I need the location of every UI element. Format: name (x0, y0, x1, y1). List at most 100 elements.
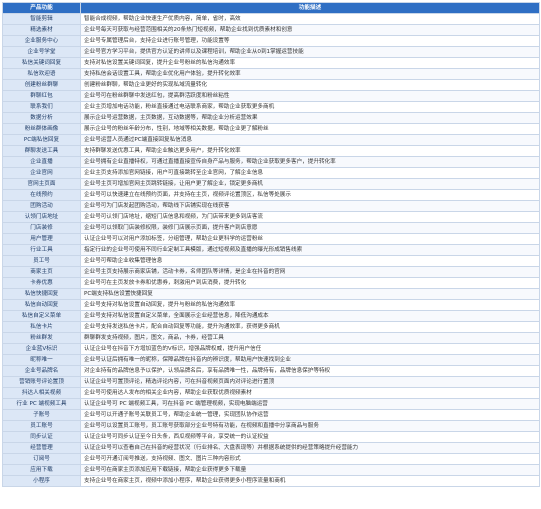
feature-name-cell: 商家主页 (2, 266, 81, 278)
feature-description-cell: 企业号支持对私信设置自定义菜单，全面展示企业经营信息，降低沟通成本 (80, 310, 540, 322)
feature-name-cell: 企业号学堂 (2, 46, 81, 58)
feature-name-cell: 团购活动 (2, 200, 81, 212)
table-row: 营销账号评论置顶 认证企业号可置顶评论，精选评论内容，可在抖音视频页面内对评论进行… (2, 376, 540, 388)
table-row: 员工号 企业号可帮助企业收集管理信息 (2, 255, 540, 267)
feature-name-cell: 联系我们 (2, 101, 81, 113)
feature-name-cell: 私信自定义菜单 (2, 310, 81, 322)
feature-description-cell: 企业号可为门店发起团购活动，帮助线下店铺实现在线获客 (80, 200, 540, 212)
table-row: 行业 PC 端视频工具 认证企业号可 PC 端视频工具，可在抖音 PC 端管理视频… (2, 398, 540, 410)
feature-name-cell: 企业官网 (2, 167, 81, 179)
feature-description-cell: 认证企业号可 PC 端视频工具，可在抖音 PC 端管理视频，实现电脑端运营 (80, 398, 540, 410)
feature-name-cell: 员工账号 (2, 420, 81, 432)
feature-description-cell: 认证企业号在抖音下方增加蓝色的V标识，增强品牌权威，提升用户信任 (80, 343, 540, 355)
feature-description-cell: 企业号可在主页发放卡券和优惠券，刺激用户到店消费，提升转化 (80, 277, 540, 289)
feature-name-cell: 群聊发送工具 (2, 145, 81, 157)
table-row: 私信自定义菜单 企业号支持对私信设置自定义菜单，全面展示企业经营信息，降低沟通成本 (2, 310, 540, 322)
table-row: 私信关键词回复 支持对私信设置关键词回复，提升企业号粉丝的私信沟通效率 (2, 57, 540, 69)
feature-name-cell: 门店装修 (2, 222, 81, 234)
feature-description-cell: 展示企业号运营数据，主页数据，互动数据等，帮助企业分析运营效果 (80, 112, 540, 124)
table-row: 企业直播 企业号拥有企业直播特权，可通过直播直接宣传自身产品与服务，帮助企业获取更… (2, 156, 540, 168)
feature-name-cell: 行业 PC 端视频工具 (2, 398, 81, 410)
feature-description-cell: 企业号运营人员通过PC端直接回复私信消息 (80, 134, 540, 146)
feature-name-cell: 小程序 (2, 475, 81, 487)
table-row: 子账号 企业号可以开通子账号关联员工号，帮助企业统一管理，实现团队协作运营 (2, 409, 540, 421)
feature-name-cell: 昵称唯一 (2, 354, 81, 366)
feature-name-cell: 群聊红包 (2, 90, 81, 102)
feature-name-cell: 用户管理 (2, 233, 81, 245)
table-row: 商家主页 企业号主页支持展示商家店铺，活动卡券，名师团队等详情，是企业在抖音的官网 (2, 266, 540, 278)
table-row: 经营管理 认证企业号可以查看自己在抖音的经营状况（行业排名、大盘表现等）并根据系统… (2, 442, 540, 454)
feature-description-cell: 企业号可以领取门店装修权限，装修门店展示页面，提升客户到店意愿 (80, 222, 540, 234)
table-row: 粉丝群发 群聊群发支持视频，图片，图文，商品，卡券，经营工具 (2, 332, 540, 344)
feature-description-cell: 认证企业号可以查看自己在抖音的经营状况（行业排名、大盘表现等）并根据系统提供的经… (80, 442, 540, 454)
table-row: 智能剪辑 智能合成视频，帮助企业快速生产优质内容，简单，省时，高效 (2, 13, 540, 25)
feature-name-cell: 官网主页面 (2, 178, 81, 190)
feature-name-cell: 同步认证 (2, 431, 81, 443)
feature-name-cell: 认领门店地址 (2, 211, 81, 223)
feature-description-cell: 企业号可在商家主页添加应用下载链接，帮助企业获得更多下载量 (80, 464, 540, 476)
feature-description-cell: 企业主页支持添加官网链接，用户可直接跳转至企业官网，了解企业信息 (80, 167, 540, 179)
table-row: 数据分析 展示企业号运营数据，主页数据，互动数据等，帮助企业分析运营效果 (2, 112, 540, 124)
feature-description-cell: 企业号支持对私信设置自动回复，提升与粉丝的私信沟通效率 (80, 299, 540, 311)
feature-description-cell: 企业号拥有企业直播特权，可通过直播直接宣传自身产品与服务，帮助企业获取更多客户，… (80, 156, 540, 168)
feature-description-cell: 企业号主页支持展示商家店铺，活动卡券，名师团队等详情，是企业在抖音的官网 (80, 266, 540, 278)
feature-name-cell: 企业直播 (2, 156, 81, 168)
feature-name-cell: 数据分析 (2, 112, 81, 124)
table-header-row: 产品功能 功能描述 (2, 2, 540, 14)
feature-description-cell: 展示企业号的粉丝年龄分布，性别，地域等相关数据，帮助企业更了解粉丝 (80, 123, 540, 135)
feature-description-cell: 对企业持有的品牌信息予以保护，认领品牌名后，享有品牌唯一性，品牌持有，品牌信息保… (80, 365, 540, 377)
feature-description-cell: 企业号专属管理后台，支持企业进行账号管理，功能设置等 (80, 35, 540, 47)
feature-name-cell: 私信关键词回复 (2, 57, 81, 69)
table-body: 智能剪辑 智能合成视频，帮助企业快速生产优质内容，简单，省时，高效 精选素材 企业号每… (2, 13, 540, 487)
table-row: 认领门店地址 企业号可认领门店地址，缩短门店信息和视频，为门店带来更多到店客流 (2, 211, 540, 223)
table-row: 企业官网 企业主页支持添加官网链接，用户可直接跳转至企业官网，了解企业信息 (2, 167, 540, 179)
feature-description-cell: 企业号官方学习平台，提供官方认证的讲师以及课程培训，帮助企业从0到1掌握运营技能 (80, 46, 540, 58)
feature-name-cell: 在线预约 (2, 189, 81, 201)
feature-name-cell: 卡券优惠 (2, 277, 81, 289)
feature-name-cell: 营销账号评论置顶 (2, 376, 81, 388)
table-row: 企业服务中心 企业号专属管理后台，支持企业进行账号管理，功能设置等 (2, 35, 540, 47)
feature-description-cell: 支持私信会话设置工具，帮助企业优化用户体验，提升转化效率 (80, 68, 540, 80)
feature-description-cell: 认证企业号可同步认证至今日头条，西瓜视频等平台，享受统一的认证权益 (80, 431, 540, 443)
table-row: 用户管理 认证企业号可以对用户添加标签，分组管理，帮助企业更科学的运营粉丝 (2, 233, 540, 245)
table-row: 员工账号 企业号可以设置员工账号，员工账号获取部分企业号特有功能，在视频和直播中分… (2, 420, 540, 432)
table-row: 私信欢迎语 支持私信会话设置工具，帮助企业优化用户体验，提升转化效率 (2, 68, 540, 80)
table-row: 粉丝群体画像 展示企业号的粉丝年龄分布，性别，地域等相关数据，帮助企业更了解粉丝 (2, 123, 540, 135)
table-row: 企业号学堂 企业号官方学习平台，提供官方认证的讲师以及课程培训，帮助企业从0到1掌… (2, 46, 540, 58)
table-row: 企业号品牌名 对企业持有的品牌信息予以保护，认领品牌名后，享有品牌唯一性，品牌持有… (2, 365, 540, 377)
table-row: 订阅号 企业号可开通订阅号推送，支持视频、图文、图片三种内容形式 (2, 453, 540, 465)
table-row: 私信快捷回复 PC端支持私信设置快捷回复 (2, 288, 540, 300)
feature-description-cell: 认证企业号可以对用户添加标签，分组管理，帮助企业更科学的运营粉丝 (80, 233, 540, 245)
table-row: 群聊红包 企业号可在粉丝群聊中发送红包，提高群活跃度和粉丝粘性 (2, 90, 540, 102)
feature-name-cell: 企业号品牌名 (2, 365, 81, 377)
feature-description-cell: 企业号可以开通子账号关联员工号，帮助企业统一管理，实现团队协作运营 (80, 409, 540, 421)
feature-name-cell: 抖达人相关视频 (2, 387, 81, 399)
table-row: 行业工具 指定行业的企业号可使用不同行业定制工具模版，通过短视频及直播的曝光形成销… (2, 244, 540, 256)
feature-name-cell: 粉丝群发 (2, 332, 81, 344)
feature-description-cell: 企业号每天可获取与经营范围相关的20条热门短视频，帮助企业找到优质素材和创意 (80, 24, 540, 36)
feature-name-cell: 私信快捷回复 (2, 288, 81, 300)
feature-name-cell: 员工号 (2, 255, 81, 267)
feature-description-cell: 支持对私信设置关键词回复，提升企业号粉丝的私信沟通效率 (80, 57, 540, 69)
feature-description-cell: 群聊群发支持视频，图片，图文，商品，卡券，经营工具 (80, 332, 540, 344)
feature-name-cell: 经营管理 (2, 442, 81, 454)
table-row: 企业蓝V标识 认证企业号在抖音下方增加蓝色的V标识，增强品牌权威，提升用户信任 (2, 343, 540, 355)
feature-description-cell: 企业号可以设置员工账号，员工账号获取部分企业号特有功能，在视频和直播中分享商品与… (80, 420, 540, 432)
header-description: 功能描述 (80, 2, 540, 14)
feature-description-cell: 认证企业号可置顶评论，精选评论内容，可在抖音视频页面内对评论进行置顶 (80, 376, 540, 388)
feature-description-cell: 企业号可以快速建立在线预约页面，并支持在主页，视频评论置顶区，私信等处展示 (80, 189, 540, 201)
table-row: 昵称唯一 企业号认证后拥有唯一的昵称，保障品牌在抖音内的辨识度，帮助用户快速找到企… (2, 354, 540, 366)
feature-name-cell: 订阅号 (2, 453, 81, 465)
table-row: 门店装修 企业号可以领取门店装修权限，装修门店展示页面，提升客户到店意愿 (2, 222, 540, 234)
feature-description-cell: 企业号认证后拥有唯一的昵称，保障品牌在抖音内的辨识度，帮助用户快速找到企业 (80, 354, 540, 366)
table-row: 卡券优惠 企业号可在主页发放卡券和优惠券，刺激用户到店消费，提升转化 (2, 277, 540, 289)
feature-description-cell: 企业主页增加电话功能，粉丝直接通过电话联系商家，帮助企业获取更多商机 (80, 101, 540, 113)
feature-name-cell: 行业工具 (2, 244, 81, 256)
feature-description-cell: 企业号可使用达人发布的相关企业内容，帮助企业获取优质视频素材 (80, 387, 540, 399)
table-row: 抖达人相关视频 企业号可使用达人发布的相关企业内容，帮助企业获取优质视频素材 (2, 387, 540, 399)
feature-name-cell: PC端私信回复 (2, 134, 81, 146)
feature-name-cell: 子账号 (2, 409, 81, 421)
header-feature: 产品功能 (2, 2, 81, 14)
table-row: 同步认证 认证企业号可同步认证至今日头条，西瓜视频等平台，享受统一的认证权益 (2, 431, 540, 443)
feature-description-cell: 智能合成视频，帮助企业快速生产优质内容，简单，省时，高效 (80, 13, 540, 25)
